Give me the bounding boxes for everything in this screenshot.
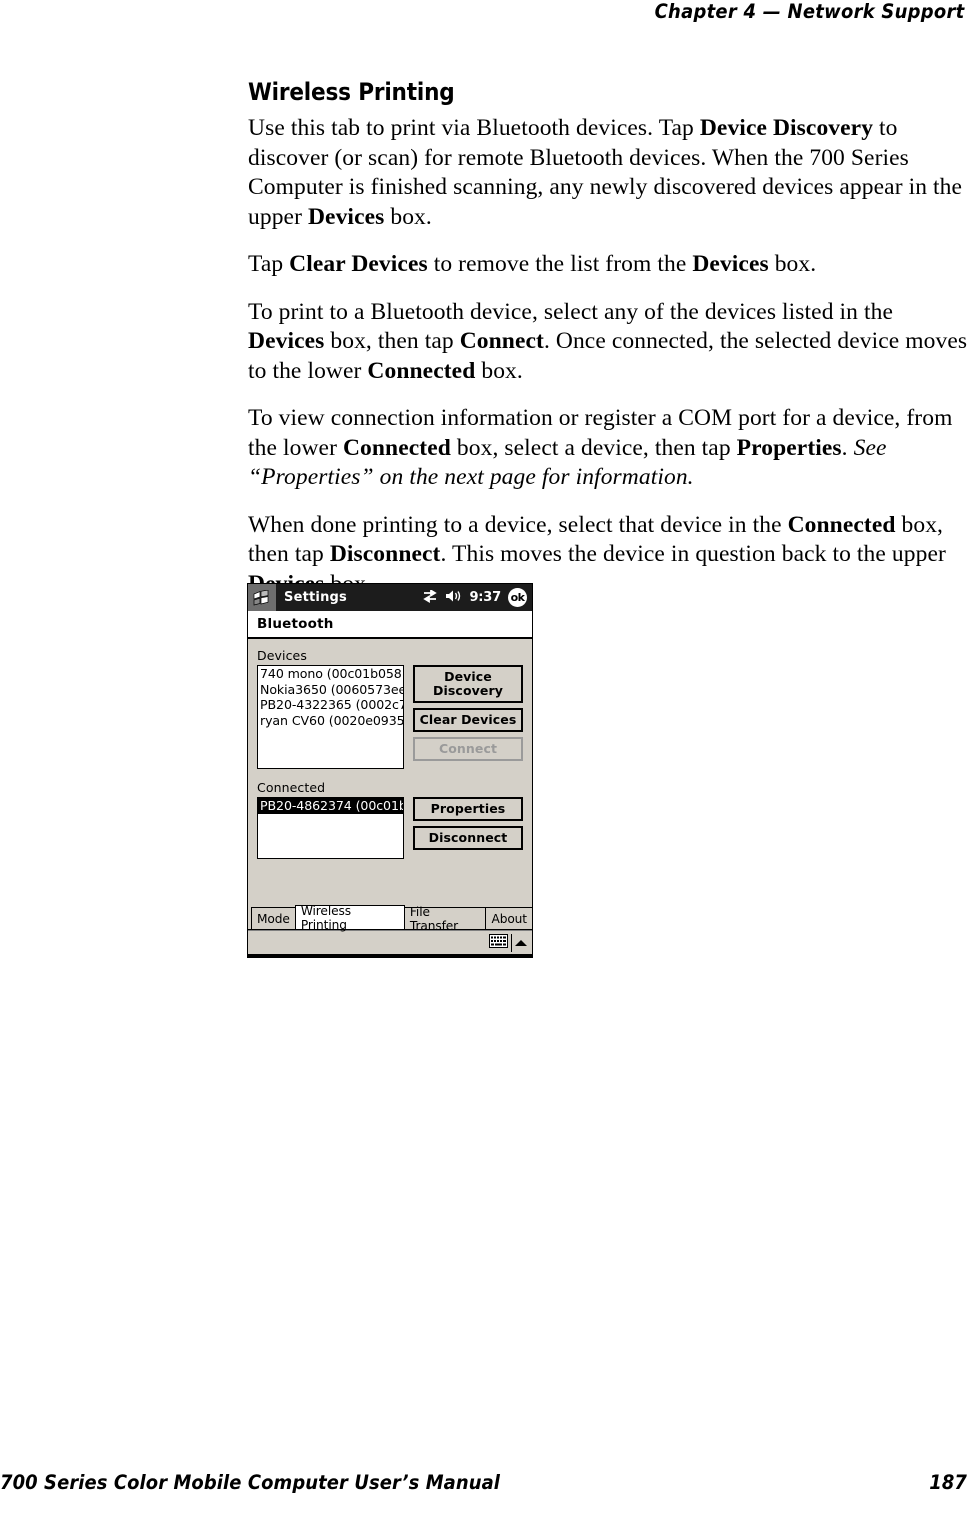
connected-listbox[interactable]: PB20-4862374 (00c01b xyxy=(257,797,404,859)
para1-bold-device-discovery: Device Discovery xyxy=(699,115,874,141)
pda-clock: 9:37 xyxy=(469,590,501,605)
para1-text1: Use this tab to print via Bluetooth devi… xyxy=(248,115,700,141)
connectivity-icon[interactable] xyxy=(422,588,438,607)
list-item[interactable]: ryan CV60 (0020e0935 xyxy=(258,713,403,729)
paragraph-clear-devices: Tap Clear Devices to remove the list fro… xyxy=(248,250,972,280)
pda-page-header-label: Bluetooth xyxy=(257,616,334,632)
para4-bold-connected: Connected xyxy=(342,434,451,461)
clear-devices-button[interactable]: Clear Devices xyxy=(413,708,523,732)
para2-text3: box. xyxy=(768,251,817,277)
list-item[interactable]: Nokia3650 (0060573ee xyxy=(258,682,403,698)
properties-button[interactable]: Properties xyxy=(413,797,523,821)
devices-button-column: Device Discovery Clear Devices Connect xyxy=(413,665,523,761)
page-footer: 700 Series Color Mobile Computer User’s … xyxy=(0,1471,972,1497)
pda-sip-bar xyxy=(248,930,532,954)
device-discovery-button[interactable]: Device Discovery xyxy=(413,665,523,703)
connected-group: Connected PB20-4862374 (00c01b Propertie… xyxy=(257,780,523,859)
manual-title: 700 Series Color Mobile Computer User’s … xyxy=(0,1471,501,1494)
para5-bold-disconnect: Disconnect xyxy=(329,541,441,567)
pda-title-bar: Settings 9:37 ok xyxy=(248,584,532,611)
disconnect-button[interactable]: Disconnect xyxy=(413,826,523,850)
tab-wireless-printing[interactable]: Wireless Printing xyxy=(294,904,405,932)
para3-bold-connect: Connect xyxy=(459,328,544,354)
page-number: 187 xyxy=(929,1471,967,1494)
main-content: Wireless Printing Use this tab to print … xyxy=(248,78,972,599)
sip-divider xyxy=(511,933,512,952)
para3-text1: To print to a Bluetooth device, select a… xyxy=(248,298,893,325)
para5-text3: . This moves the device in question back… xyxy=(440,541,946,567)
paragraph-properties: To view connection information or regist… xyxy=(248,404,972,493)
pda-tab-bar: Mode Wireless Printing File Transfer Abo… xyxy=(248,904,532,933)
bluetooth-settings-screenshot: Settings 9:37 ok Bluetooth Devices 740 m… xyxy=(247,583,533,958)
para2-text1: Tap xyxy=(248,251,290,277)
para4-text2: box, select a device, then tap xyxy=(450,434,737,461)
pda-page-header: Bluetooth xyxy=(248,611,532,639)
volume-icon[interactable] xyxy=(445,588,462,607)
para3-text4: box. xyxy=(475,357,523,384)
para2-text2: to remove the list from the xyxy=(427,251,693,277)
connected-row: PB20-4862374 (00c01b Properties Disconne… xyxy=(257,797,523,859)
para5-bold-connected: Connected xyxy=(787,511,896,538)
list-item[interactable]: PB20-4862374 (00c01b xyxy=(258,798,403,814)
para3-bold-connected: Connected xyxy=(367,357,476,384)
pda-hardware-edge xyxy=(248,954,532,957)
page-title: Wireless Printing xyxy=(248,78,455,106)
chevron-up-icon[interactable] xyxy=(515,939,527,946)
pda-status-icons: 9:37 ok xyxy=(422,584,527,611)
para5-text1: When done printing to a device, select t… xyxy=(248,511,788,538)
tab-file-transfer[interactable]: File Transfer xyxy=(403,905,487,933)
devices-row: 740 mono (00c01b058 Nokia3650 (0060573ee… xyxy=(257,665,523,769)
tab-about[interactable]: About xyxy=(485,907,532,929)
keyboard-icon[interactable] xyxy=(489,933,508,952)
para2-bold-clear-devices: Clear Devices xyxy=(289,251,428,277)
ok-button[interactable]: ok xyxy=(508,588,527,607)
connected-group-label: Connected xyxy=(257,780,326,795)
tab-mode[interactable]: Mode xyxy=(251,907,296,929)
devices-listbox[interactable]: 740 mono (00c01b058 Nokia3650 (0060573ee… xyxy=(257,665,404,769)
para1-bold-devices: Devices xyxy=(307,203,385,230)
start-flag-icon[interactable] xyxy=(248,584,276,611)
paragraph-connect: To print to a Bluetooth device, select a… xyxy=(248,298,972,387)
para4-bold-properties: Properties xyxy=(736,434,842,461)
connected-button-column: Properties Disconnect xyxy=(413,797,523,850)
para1-text3: box. xyxy=(384,203,432,230)
connect-button: Connect xyxy=(413,737,523,761)
pda-content-area: Devices 740 mono (00c01b058 Nokia3650 (0… xyxy=(248,639,532,901)
para2-bold-devices: Devices xyxy=(692,251,769,277)
pda-app-title: Settings xyxy=(284,590,347,605)
paragraph-intro: Use this tab to print via Bluetooth devi… xyxy=(248,114,972,232)
chapter-running-head: Chapter 4 — Network Support xyxy=(654,0,965,23)
list-item[interactable]: PB20-4322365 (0002c7 xyxy=(258,697,403,713)
para3-text2: box, then tap xyxy=(324,328,460,354)
page-running-header: Chapter 4 — Network Support xyxy=(0,0,972,28)
para4-text3: . xyxy=(841,434,854,461)
devices-group-label: Devices xyxy=(257,648,307,663)
para3-bold-devices: Devices xyxy=(248,328,325,354)
list-item[interactable]: 740 mono (00c01b058 xyxy=(258,666,403,682)
